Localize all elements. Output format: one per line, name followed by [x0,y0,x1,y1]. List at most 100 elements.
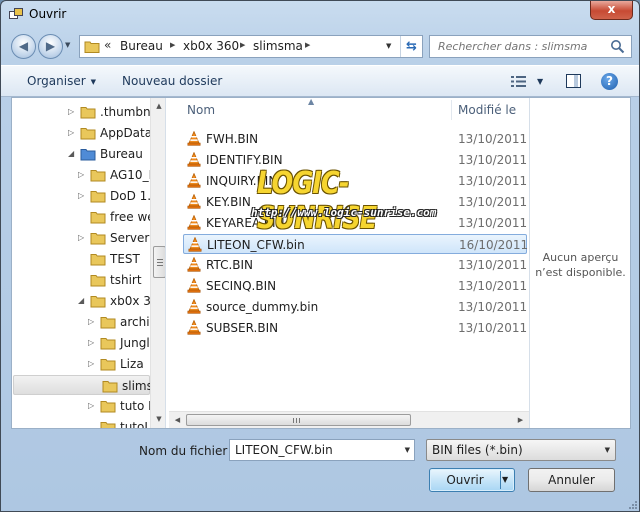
filename-input[interactable]: LITEON_CFW.bin ▼ [229,439,415,461]
resize-grip-icon[interactable] [627,499,637,509]
breadcrumb-slimsma[interactable]: slimsma [253,39,303,53]
file-list-scrollbar[interactable]: ◀ ▶ [169,411,529,428]
column-header-name[interactable]: Nom [187,98,215,122]
tree-item[interactable]: ▷ Liza [12,354,149,374]
expand-arrow-icon[interactable]: ▷ [68,128,74,137]
help-icon[interactable]: ? [601,73,618,90]
scroll-up-arrow-icon[interactable]: ▲ [151,98,165,115]
tree-item[interactable]: free we [12,207,155,227]
search-icon[interactable] [610,39,625,54]
scroll-down-arrow-icon[interactable]: ▼ [151,411,165,428]
file-modified-date: 13/10/2011 18:4 [458,279,529,293]
tree-item[interactable]: ▷ Jungl [12,333,150,353]
breadcrumb-overflow[interactable]: « [104,38,111,52]
chevron-down-icon[interactable]: ▼ [386,42,391,50]
file-modified-date: 13/10/2011 18:4 [458,321,529,335]
file-row[interactable]: KEY.BIN 13/10/2011 18:4 [183,192,529,212]
scroll-right-arrow-icon[interactable]: ▶ [512,412,529,428]
tree-item-label: tutoL [120,420,152,428]
tree-item-label: AppData [100,126,153,140]
file-row[interactable]: KEYAREA.BIN 13/10/2011 18:4 [183,213,529,233]
open-button[interactable]: Ouvrir ▼ [429,468,515,492]
chevron-right-icon[interactable]: ▶ [170,41,175,49]
window-title: Ouvrir [29,7,67,21]
preview-pane-icon[interactable] [566,74,581,88]
tree-item[interactable]: tutoL [12,417,152,428]
file-row[interactable]: INQUIRY.BIN 13/10/2011 18:4 [183,171,529,191]
breadcrumb-bureau[interactable]: Bureau [120,39,163,53]
tree-item[interactable]: ▷ DoD 1.3 [12,186,159,206]
recent-pages-dropdown-icon[interactable]: ▼ [65,41,70,49]
folder-icon [80,126,96,140]
file-row[interactable]: SECINQ.BIN 13/10/2011 18:4 [183,276,529,296]
search-input[interactable]: Rechercher dans : slimsma [429,35,632,58]
scrollbar-thumb[interactable] [186,414,411,426]
navigation-scrollbar[interactable]: ▲ ▼ [150,98,165,428]
file-name: FWH.BIN [206,132,259,146]
refresh-button[interactable]: ⇆ [400,36,422,57]
vlc-cone-icon [187,256,201,272]
tree-item[interactable]: ▷ Server D [12,228,162,248]
search-placeholder: Rechercher dans : slimsma [438,40,588,53]
file-modified-date: 16/10/2011 15:2 [459,238,529,252]
expand-arrow-icon[interactable]: ▷ [88,338,94,347]
tree-item[interactable]: ◢ xb0x 360 [12,291,165,311]
file-row[interactable]: FWH.BIN 13/10/2011 18:4 [183,129,529,149]
chevron-down-icon[interactable]: ▼ [537,77,543,86]
tree-item-label: TEST [110,252,140,266]
vlc-cone-icon [187,151,201,167]
forward-button[interactable]: ▶ [38,34,63,59]
open-options-dropdown-icon[interactable]: ▼ [502,469,508,491]
tree-item[interactable]: ◢ Bureau [12,144,149,164]
expand-arrow-icon[interactable]: ▷ [78,170,84,179]
new-folder-button[interactable]: Nouveau dossier [122,74,222,88]
cancel-button[interactable]: Annuler [528,468,615,492]
file-modified-date: 13/10/2011 18:4 [458,195,529,209]
chevron-down-icon[interactable]: ▼ [405,446,410,454]
back-button[interactable]: ◀ [11,34,36,59]
file-row[interactable]: IDENTIFY.BIN 13/10/2011 18:4 [183,150,529,170]
expand-arrow-icon[interactable]: ▷ [88,359,94,368]
view-options-icon[interactable] [511,75,526,88]
tree-item[interactable]: tshirt [12,270,149,290]
expand-arrow-icon[interactable]: ▷ [88,317,94,326]
tree-item[interactable]: ▷ tuto L [12,396,155,416]
chevron-down-icon: ▼ [90,78,97,86]
tree-item-label: Liza [120,357,144,371]
file-row[interactable]: RTC.BIN 13/10/2011 18:4 [183,255,529,275]
title-bar[interactable]: Ouvrir x [1,1,639,29]
command-bar: Organiser ▼ Nouveau dossier ▼ ? [1,65,639,97]
expand-arrow-icon[interactable]: ▷ [88,401,94,410]
expanded-arrow-icon[interactable]: ◢ [68,149,74,158]
scroll-left-arrow-icon[interactable]: ◀ [169,412,186,428]
file-row[interactable]: source_dummy.bin 13/10/2011 18:4 [183,297,529,317]
preview-pane: Aucun aperçu n’est disponible. [529,98,630,428]
column-header-modified[interactable]: Modifié le [458,98,516,122]
folder-icon [90,168,106,182]
tree-item[interactable]: ▷ .thumbna [12,102,158,122]
expand-arrow-icon[interactable]: ▷ [78,191,84,200]
filetype-select[interactable]: BIN files (*.bin) ▼ [426,439,616,461]
vlc-cone-icon [187,277,201,293]
file-modified-date: 13/10/2011 18:4 [458,300,529,314]
file-row[interactable]: LITEON_CFW.bin 16/10/2011 15:2 [183,234,529,254]
scrollbar-thumb[interactable] [153,246,165,278]
tree-item[interactable]: ▷ archiv [12,312,157,332]
tree-item[interactable]: slimsm [13,375,165,395]
chevron-right-icon[interactable]: ▶ [305,41,310,49]
file-row[interactable]: SUBSER.BIN 13/10/2011 18:4 [183,318,529,338]
tree-item[interactable]: ▷ AG10_D [12,165,158,185]
expand-arrow-icon[interactable]: ▷ [78,233,84,242]
expanded-arrow-icon[interactable]: ◢ [78,296,84,305]
tree-item[interactable]: TEST [12,249,149,269]
folder-icon [90,210,106,224]
chevron-right-icon[interactable]: ▶ [240,41,245,49]
tree-item[interactable]: ▷ AppData [12,123,153,143]
breadcrumb-xb0x-360[interactable]: xb0x 360 [183,39,239,53]
organize-button[interactable]: Organiser ▼ [27,74,96,88]
expand-arrow-icon[interactable]: ▷ [68,107,74,116]
close-button[interactable]: x [590,1,633,20]
vlc-cone-icon [187,298,201,314]
address-bar[interactable]: « Bureau ▶ xb0x 360 ▶ slimsma ▶ ▼ ⇆ [79,35,423,58]
organize-label: Organiser [27,74,86,88]
